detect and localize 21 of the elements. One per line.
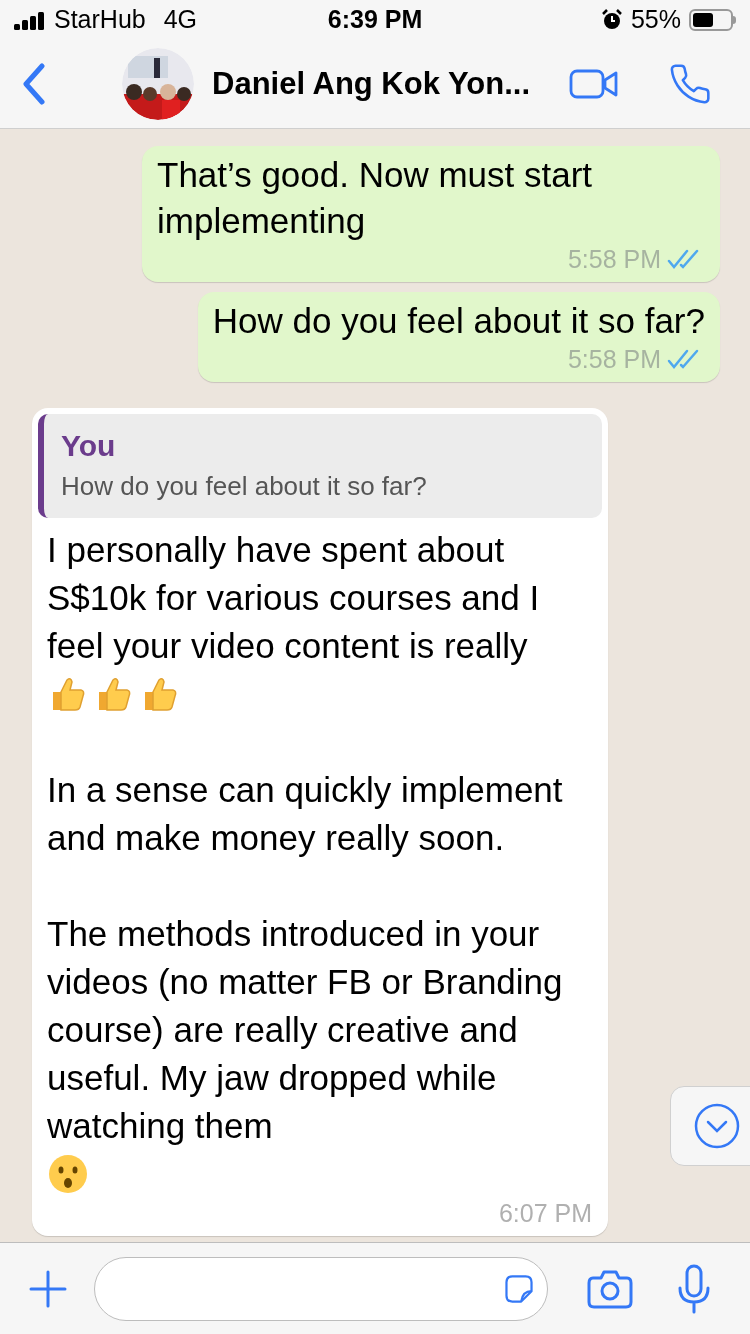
- quote-author: You: [61, 428, 117, 464]
- clock-time: 6:39 PM: [327, 4, 423, 36]
- chevron-down-icon: [693, 1102, 741, 1150]
- quoted-message[interactable]: You How do you feel about it so far?: [38, 414, 602, 518]
- message-text: How do you feel about it so far?: [212, 300, 705, 342]
- message-text: The methods introduced in your videos (no matter FB or Branding course) are really creative and useful. My jaw dropped while watching them: [47, 913, 564, 1147]
- contact-name[interactable]: Daniel Ang Kok Yon...: [212, 60, 531, 108]
- message-text: That’s good. Now must start implementing: [157, 154, 594, 242]
- message-time: 5:58 PM: [567, 344, 661, 374]
- signal-icon: [14, 10, 46, 30]
- network-type: 4G: [163, 4, 198, 36]
- battery-icon: [689, 9, 736, 31]
- message-time: 6:07 PM: [498, 1198, 592, 1228]
- scroll-down-button[interactable]: [670, 1086, 750, 1166]
- quote-text: How do you feel about it so far?: [61, 470, 428, 503]
- battery-percentage: 55%: [630, 4, 681, 36]
- message-text: I personally have spent about S$10k for various courses and I feel your video content is really: [47, 529, 541, 667]
- message-text: In a sense can quickly implement and make money really soon.: [47, 769, 564, 859]
- surprised-emoji-icon: [47, 1153, 89, 1195]
- message-time: 5:58 PM: [567, 244, 661, 274]
- carrier-name: StarHub: [54, 4, 146, 36]
